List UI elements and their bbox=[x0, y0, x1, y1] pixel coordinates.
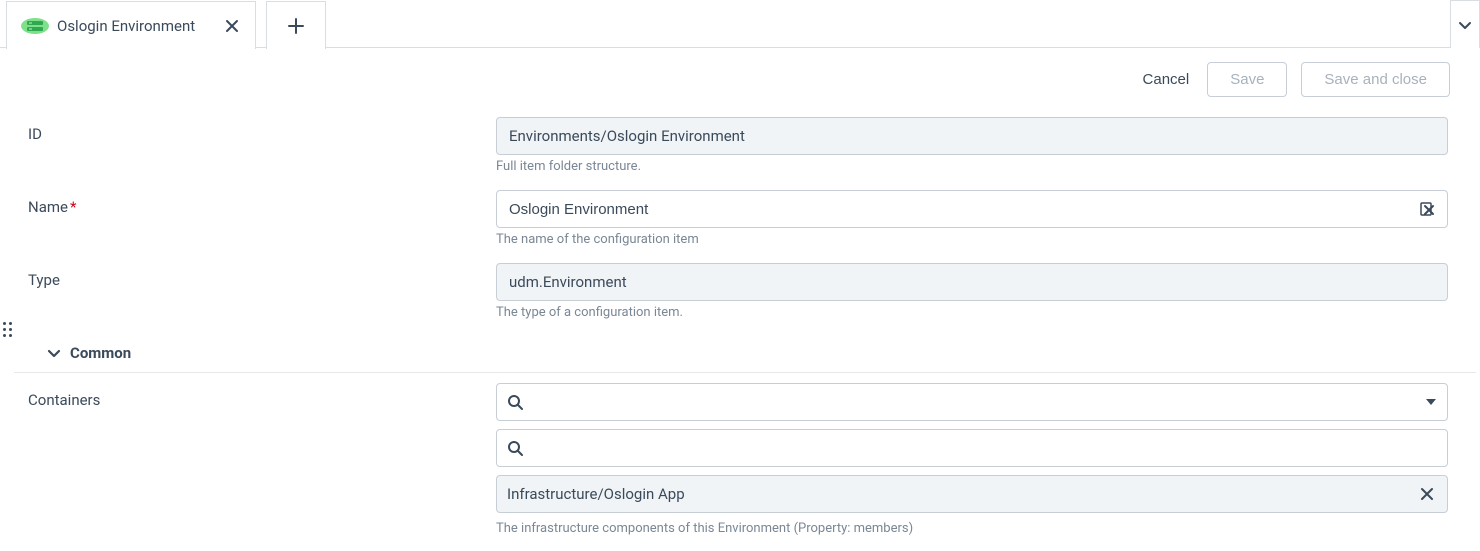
form-scroll-area[interactable]: ID Environments/Oslogin Environment Full… bbox=[14, 107, 1480, 551]
id-value: Environments/Oslogin Environment bbox=[496, 117, 1448, 155]
clear-input-icon[interactable] bbox=[1418, 199, 1438, 219]
container-selected-row: Infrastructure/Oslogin App bbox=[496, 475, 1448, 513]
drag-dots-icon bbox=[3, 322, 12, 337]
chevron-down-icon bbox=[1457, 17, 1473, 33]
required-marker: * bbox=[70, 198, 76, 216]
close-icon[interactable] bbox=[223, 17, 241, 35]
save-and-close-button[interactable]: Save and close bbox=[1301, 62, 1450, 97]
containers-label: Containers bbox=[28, 383, 496, 409]
name-label: Name* bbox=[28, 190, 496, 216]
environment-icon bbox=[21, 16, 49, 36]
caret-down-icon bbox=[1425, 396, 1437, 408]
tabs-overflow-button[interactable] bbox=[1450, 0, 1480, 48]
name-helper: The name of the configuration item bbox=[496, 232, 1448, 247]
container-selected-label: Infrastructure/Oslogin App bbox=[507, 485, 685, 503]
name-label-text: Name bbox=[28, 198, 68, 216]
plus-icon bbox=[287, 17, 305, 35]
tab-label: Oslogin Environment bbox=[57, 17, 215, 35]
containers-search-dropdown[interactable] bbox=[496, 383, 1448, 421]
remove-container-icon[interactable] bbox=[1417, 484, 1437, 504]
name-input[interactable] bbox=[496, 190, 1448, 228]
field-row-type: Type udm.Environment The type of a confi… bbox=[14, 253, 1476, 326]
type-label: Type bbox=[28, 263, 496, 289]
type-value: udm.Environment bbox=[496, 263, 1448, 301]
section-common: Common bbox=[14, 326, 1476, 373]
chevron-down-icon bbox=[46, 345, 62, 361]
containers-helper: The infrastructure components of this En… bbox=[496, 521, 1448, 536]
containers-search-filter[interactable] bbox=[496, 429, 1448, 467]
containers-search-input-2[interactable] bbox=[533, 440, 1437, 457]
tabs-bar: Oslogin Environment bbox=[0, 0, 1480, 48]
field-row-name: Name* The name of the configuration item bbox=[14, 180, 1476, 253]
actions-row: Cancel Save Save and close bbox=[0, 48, 1480, 107]
field-row-id: ID Environments/Oslogin Environment Full… bbox=[14, 107, 1476, 180]
save-button[interactable]: Save bbox=[1207, 62, 1287, 97]
tab-environment[interactable]: Oslogin Environment bbox=[6, 1, 256, 49]
containers-search-input-1[interactable] bbox=[533, 394, 1415, 411]
section-common-toggle[interactable]: Common bbox=[28, 336, 131, 362]
search-icon bbox=[507, 440, 523, 456]
cancel-button[interactable]: Cancel bbox=[1139, 63, 1194, 96]
id-helper: Full item folder structure. bbox=[496, 159, 1448, 174]
panel-drag-handle[interactable] bbox=[0, 107, 14, 551]
add-tab-button[interactable] bbox=[266, 1, 326, 49]
search-icon bbox=[507, 394, 523, 410]
type-helper: The type of a configuration item. bbox=[496, 305, 1448, 320]
section-common-title: Common bbox=[70, 344, 131, 362]
id-label: ID bbox=[28, 117, 496, 143]
field-row-containers: Containers bbox=[14, 373, 1476, 542]
